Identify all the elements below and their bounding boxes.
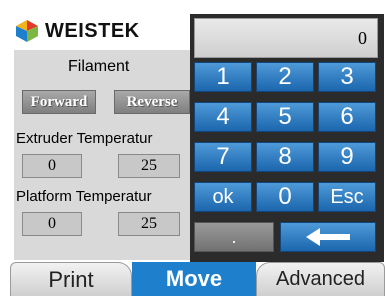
- screen: WEISTEK Filament Forward Reverse Extrude…: [0, 0, 385, 296]
- backspace-button[interactable]: [280, 222, 376, 252]
- key-2[interactable]: 2: [256, 62, 314, 92]
- reverse-button[interactable]: Reverse: [114, 90, 190, 114]
- key-7[interactable]: 7: [194, 142, 252, 172]
- extruder-target-temp-field[interactable]: 25: [118, 154, 180, 178]
- platform-temperature-title: Platform Temperatur: [16, 188, 152, 205]
- brand-name: WEISTEK: [45, 19, 140, 42]
- key-3[interactable]: 3: [318, 62, 376, 92]
- key-4[interactable]: 4: [194, 102, 252, 132]
- left-arrow-icon: [306, 228, 350, 246]
- key-6[interactable]: 6: [318, 102, 376, 132]
- filament-title: Filament: [68, 58, 130, 75]
- key-esc[interactable]: Esc: [318, 182, 376, 212]
- tab-print[interactable]: Print: [10, 262, 132, 296]
- key-9[interactable]: 9: [318, 142, 376, 172]
- move-controls-panel: Filament Forward Reverse Extruder Temper…: [14, 50, 194, 260]
- key-dot[interactable]: .: [194, 222, 274, 252]
- bottom-tabs: Print Move Advanced: [0, 262, 385, 296]
- key-1[interactable]: 1: [194, 62, 252, 92]
- key-ok[interactable]: ok: [194, 182, 252, 212]
- brand-logo: WEISTEK: [14, 14, 184, 48]
- tab-move[interactable]: Move: [132, 262, 256, 296]
- tab-advanced[interactable]: Advanced: [256, 262, 385, 296]
- logo-icon: [16, 20, 38, 42]
- key-5[interactable]: 5: [256, 102, 314, 132]
- platform-current-temp: 0: [22, 212, 82, 236]
- platform-target-temp-field[interactable]: 25: [118, 212, 180, 236]
- forward-button[interactable]: Forward: [22, 90, 96, 114]
- key-0[interactable]: 0: [256, 182, 314, 212]
- extruder-current-temp: 0: [22, 154, 82, 178]
- key-8[interactable]: 8: [256, 142, 314, 172]
- extruder-temperature-title: Extruder Temperatur: [16, 130, 153, 147]
- keypad-display: 0: [194, 18, 378, 58]
- numeric-keypad: 0 1 2 3 4 5 6 7 8 9 ok 0 Esc .: [190, 14, 384, 262]
